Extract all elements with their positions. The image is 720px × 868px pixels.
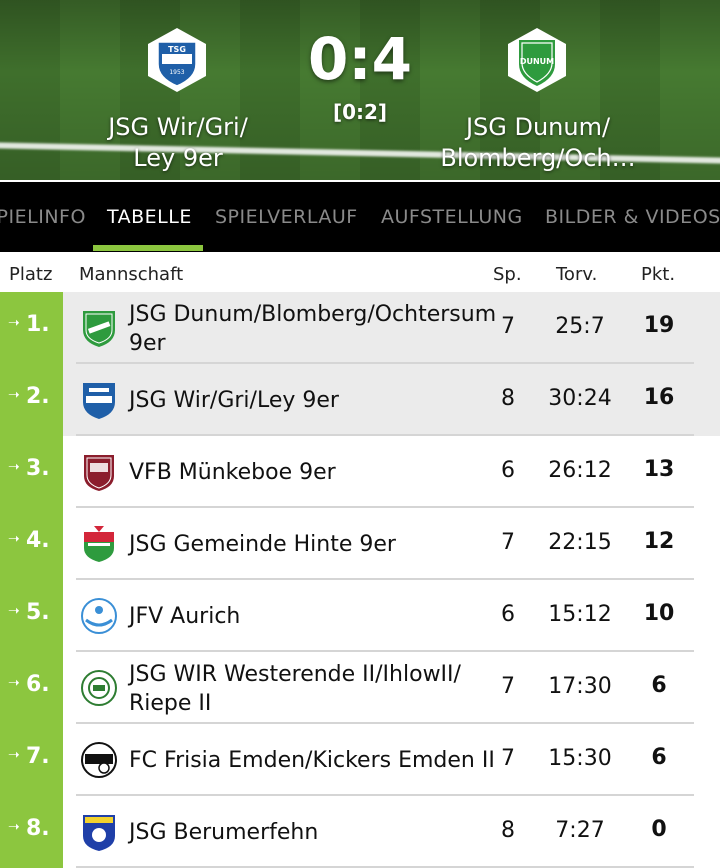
goal-ratio: 25:7 [555,314,605,339]
place-number: 7. [26,744,50,769]
goal-ratio: 30:24 [548,386,612,411]
team-name: JSG Wir/Gri/Ley 9er [129,388,339,413]
header-torv: Torv. [556,264,598,285]
active-tab-indicator [93,245,203,251]
table-row[interactable]: ➝ 4. JSG Gemeinde Hinte 9er 7 22:15 12 [0,508,720,580]
points: 6 [651,745,667,770]
tab-spielinfo[interactable]: SPIELINFO [0,206,86,228]
vfb-crest-icon [80,452,118,492]
table-row[interactable]: ➝ 7. FC Frisia Emden/Kickers Emden II 7 1… [0,724,720,796]
tab-bar: SPIELINFO TABELLE SPIELVERLAUF AUFSTELLU… [0,182,720,252]
points: 0 [651,817,667,842]
place-cell: ➝ 2. [0,364,63,436]
place-number: 1. [26,312,50,337]
table-row[interactable]: ➝ 2. JSG Wir/Gri/Ley 9er 8 30:24 16 [0,364,720,436]
away-team-name[interactable]: JSG Dunum/ Blomberg/Och… [418,112,658,174]
points: 6 [651,673,667,698]
goal-ratio: 15:30 [548,746,612,771]
games-played: 6 [501,602,515,627]
points: 10 [643,601,675,626]
hinte-crest-icon [80,524,118,564]
away-crest-text: DUNUM [520,57,554,66]
table-header: Platz Mannschaft Sp. Torv. Pkt. [0,252,720,292]
tsg-crest-icon [80,380,118,420]
halftime-score: [0:2] [332,100,388,124]
games-played: 7 [501,314,515,339]
points: 12 [643,529,675,554]
goal-ratio: 17:30 [548,674,612,699]
table-row[interactable]: ➝ 5. JFV Aurich 6 15:12 10 [0,580,720,652]
team-name: VFB Münkeboe 9er [129,460,336,485]
team-name: JSG Berumerfehn [129,820,319,845]
home-team-crest-icon[interactable]: TSG 1953 [144,26,210,94]
place-cell: ➝ 5. [0,580,63,652]
table-row[interactable]: ➝ 6. JSG WIR Westerende II/IhlowII/ Riepe… [0,652,720,724]
header-platz: Platz [9,264,53,285]
table-row[interactable]: ➝ 3. VFB Münkeboe 9er 6 26:12 13 [0,436,720,508]
arrow-icon: ➝ [8,459,20,475]
match-header: TSG 1953 0:4 [0:2] DUNUM JSG Wir/Gri/ Le… [0,0,720,180]
header-sp: Sp. [493,264,522,285]
jfv-aurich-crest-icon [80,596,118,636]
games-played: 7 [501,674,515,699]
home-team-name[interactable]: JSG Wir/Gri/ Ley 9er [58,112,298,174]
arrow-icon: ➝ [8,675,20,691]
points: 19 [643,313,675,338]
place-cell: ➝ 3. [0,436,63,508]
points: 16 [643,385,675,410]
score: 0:4 [308,25,412,93]
points: 13 [643,457,675,482]
home-crest-text: TSG [168,45,186,54]
goal-ratio: 26:12 [548,458,612,483]
team-name: FC Frisia Emden/Kickers Emden II [129,748,495,773]
place-cell: ➝ 4. [0,508,63,580]
header-pkt: Pkt. [641,264,676,285]
place-number: 4. [26,528,50,553]
place-number: 8. [26,816,50,841]
place-cell: ➝ 8. [0,796,63,868]
place-cell: ➝ 6. [0,652,63,724]
place-cell: ➝ 1. [0,292,63,364]
tab-aufstellung[interactable]: AUFSTELLUNG [381,206,523,228]
team-name: JSG Dunum/Blomberg/Ochtersum 9er [129,302,497,356]
home-crest-year: 1953 [169,69,184,76]
arrow-icon: ➝ [8,819,20,835]
arrow-icon: ➝ [8,315,20,331]
place-number: 5. [26,600,50,625]
goal-ratio: 15:12 [548,602,612,627]
berumerfehn-crest-icon [80,812,118,852]
place-number: 3. [26,456,50,481]
place-cell: ➝ 7. [0,724,63,796]
fc-frisia-crest-icon [80,740,118,780]
tab-bilder-videos[interactable]: BILDER & VIDEOS [545,206,720,228]
arrow-icon: ➝ [8,747,20,763]
games-played: 8 [501,386,515,411]
games-played: 6 [501,458,515,483]
games-played: 7 [501,746,515,771]
arrow-icon: ➝ [8,387,20,403]
away-team-crest-icon[interactable]: DUNUM [504,26,570,94]
place-number: 6. [26,672,50,697]
sv-eintracht-crest-icon [80,668,118,708]
goal-ratio: 22:15 [548,530,612,555]
team-name: JFV Aurich [129,604,241,629]
games-played: 8 [501,818,515,843]
team-name: JSG Gemeinde Hinte 9er [129,532,396,557]
team-name: JSG WIR Westerende II/IhlowII/ Riepe II [129,662,461,716]
place-number: 2. [26,384,50,409]
goal-ratio: 7:27 [555,818,605,843]
header-mannschaft: Mannschaft [79,264,184,285]
games-played: 7 [501,530,515,555]
table-row[interactable]: ➝ 8. JSG Berumerfehn 8 7:27 0 [0,796,720,868]
dunum-crest-icon [80,308,118,348]
tab-spielverlauf[interactable]: SPIELVERLAUF [215,206,358,228]
table-row[interactable]: ➝ 1. JSG Dunum/Blomberg/Ochtersum 9er 7 2… [0,292,720,364]
arrow-icon: ➝ [8,603,20,619]
tab-tabelle[interactable]: TABELLE [107,206,192,228]
arrow-icon: ➝ [8,531,20,547]
